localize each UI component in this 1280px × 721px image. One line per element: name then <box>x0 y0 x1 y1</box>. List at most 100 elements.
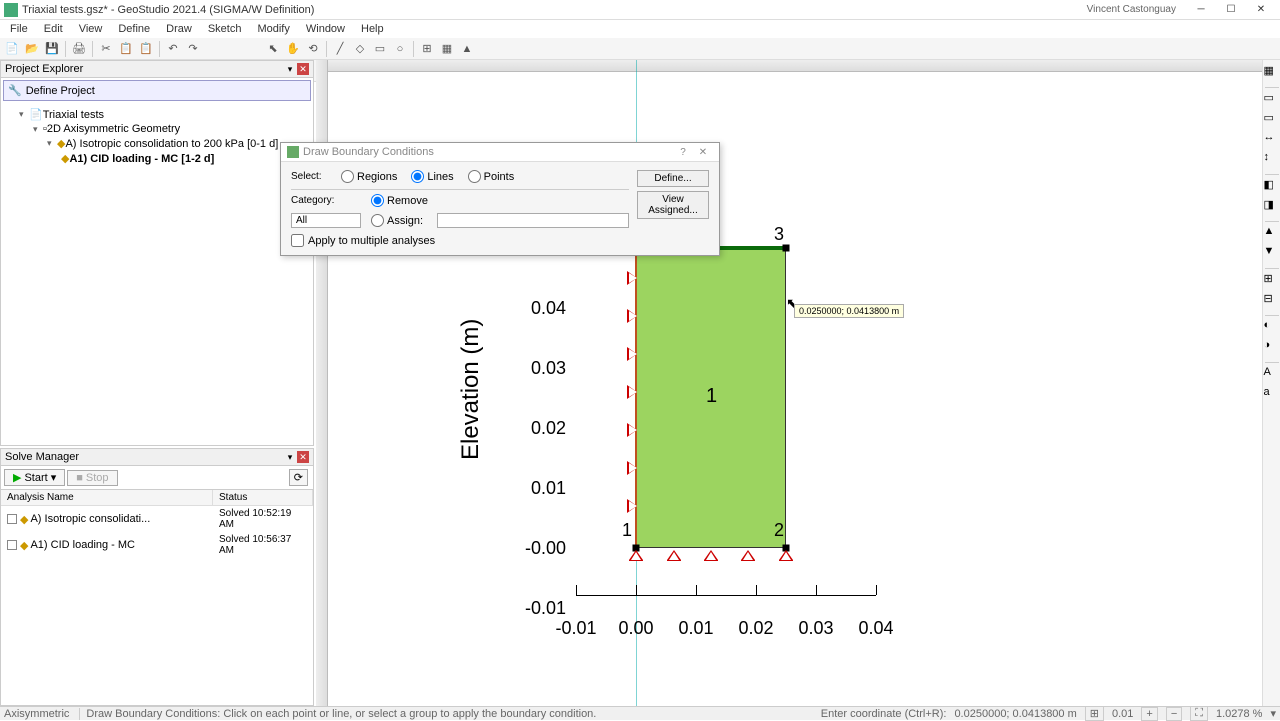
vtb-icon[interactable]: ◨ <box>1264 198 1280 214</box>
draw-bc-dialog: Draw Boundary Conditions ? ✕ Select: Reg… <box>280 142 720 256</box>
close-button[interactable]: ✕ <box>1246 1 1276 19</box>
vtb-icon[interactable]: ◑ <box>1264 339 1280 355</box>
vtb-icon[interactable]: ⊟ <box>1264 292 1280 308</box>
dialog-close-button[interactable]: ✕ <box>693 147 713 158</box>
radio-remove[interactable]: Remove <box>371 194 428 207</box>
x-tick: 0.03 <box>786 618 846 639</box>
new-icon[interactable]: 📄 <box>3 40 21 58</box>
panel-pin-icon[interactable]: ▾ <box>284 63 296 75</box>
stop-button[interactable]: ■ Stop <box>67 470 117 486</box>
checkbox[interactable] <box>7 540 17 550</box>
snap-value: 0.01 <box>1112 708 1133 720</box>
solve-manager-panel: Solve Manager ▾ ✕ ▶ Start ▾ ■ Stop ⟳ Ana… <box>0 448 314 706</box>
panel-close-icon[interactable]: ✕ <box>297 451 309 463</box>
vtb-icon[interactable]: ↔ <box>1264 131 1280 147</box>
col-status[interactable]: Status <box>213 490 313 505</box>
col-analysis-name[interactable]: Analysis Name <box>1 490 213 505</box>
radio-assign-label: Assign: <box>387 215 423 227</box>
redo-icon[interactable]: ↷ <box>184 40 202 58</box>
tree-toggle-icon[interactable]: ▾ <box>33 124 43 135</box>
bc-roller-icon <box>627 424 636 436</box>
x-tick: -0.01 <box>546 618 606 639</box>
titlebar-user: Vincent Castonguay <box>1087 4 1176 15</box>
copy-icon[interactable]: 📋 <box>117 40 135 58</box>
zoom-in-icon[interactable]: + <box>1141 707 1157 721</box>
draw-circle-icon[interactable]: ○ <box>391 40 409 58</box>
draw-poly-icon[interactable]: ◇ <box>351 40 369 58</box>
menu-draw[interactable]: Draw <box>158 21 200 37</box>
tree-node-root[interactable]: ▾ 📄 Triaxial tests <box>5 107 309 122</box>
category-select[interactable]: All <box>291 213 361 228</box>
draw-rect-icon[interactable]: ▭ <box>371 40 389 58</box>
menu-view[interactable]: View <box>71 21 111 37</box>
bc-base-icon <box>667 560 681 561</box>
save-icon[interactable]: 💾 <box>43 40 61 58</box>
start-button[interactable]: ▶ Start ▾ <box>4 469 65 486</box>
radio-points[interactable]: Points <box>468 170 515 183</box>
tree-node-a1[interactable]: ▾ ◆ A) Isotropic consolidation to 200 kP… <box>5 136 309 151</box>
checkbox[interactable] <box>7 514 17 524</box>
pan-icon[interactable]: ✋ <box>284 40 302 58</box>
pointer-icon[interactable]: ⬉ <box>264 40 282 58</box>
refresh-button[interactable]: ⟳ <box>289 469 308 486</box>
menu-window[interactable]: Window <box>298 21 353 37</box>
zoom-dropdown-icon[interactable]: ▾ <box>1270 707 1276 720</box>
radio-assign[interactable]: Assign: <box>371 214 423 227</box>
vtb-icon[interactable]: ▦ <box>1264 64 1280 80</box>
undo-icon[interactable]: ↶ <box>164 40 182 58</box>
menu-help[interactable]: Help <box>353 21 392 37</box>
solve-toolbar: ▶ Start ▾ ■ Stop ⟳ <box>0 466 314 490</box>
vtb-icon[interactable]: ◐ <box>1264 319 1280 335</box>
table-row[interactable]: ◆A) Isotropic consolidati... Solved 10:5… <box>1 506 313 532</box>
assign-select[interactable] <box>437 213 629 228</box>
radio-regions[interactable]: Regions <box>341 170 397 183</box>
tree-node-geom[interactable]: ▾ ▫ 2D Axisymmetric Geometry <box>5 122 309 136</box>
radio-lines[interactable]: Lines <box>411 170 453 183</box>
mesh-icon[interactable]: ⊞ <box>418 40 436 58</box>
zoom-out-icon[interactable]: − <box>1166 707 1182 721</box>
cut-icon[interactable]: ✂ <box>97 40 115 58</box>
vtb-icon[interactable]: ▭ <box>1264 111 1280 127</box>
define-project-button[interactable]: 🔧 Define Project <box>3 80 311 101</box>
vtb-icon[interactable]: ⊞ <box>1264 272 1280 288</box>
vtb-icon[interactable]: A <box>1264 366 1280 382</box>
dialog-help-button[interactable]: ? <box>673 147 693 158</box>
define-button[interactable]: Define... <box>637 170 709 187</box>
x-tick: 0.02 <box>726 618 786 639</box>
panel-close-icon[interactable]: ✕ <box>297 63 309 75</box>
menu-define[interactable]: Define <box>110 21 158 37</box>
print-icon[interactable]: 🖨 <box>70 40 88 58</box>
tree-toggle-icon[interactable]: ▾ <box>47 138 57 149</box>
material-icon[interactable]: ▦ <box>438 40 456 58</box>
apply-multi-checkbox[interactable]: Apply to multiple analyses <box>291 234 629 247</box>
zoom-fit-icon[interactable]: ⛶ <box>1190 706 1208 721</box>
bc-icon[interactable]: ▲ <box>458 40 476 58</box>
vtb-icon[interactable]: ◧ <box>1264 178 1280 194</box>
vtb-icon[interactable]: ▲ <box>1264 225 1280 241</box>
tree-node-a1b[interactable]: ◆ A1) CID loading - MC [1-2 d] <box>5 151 309 166</box>
grid-icon[interactable]: ⊞ <box>1085 706 1104 721</box>
vtb-icon[interactable]: ▭ <box>1264 91 1280 107</box>
vtb-icon[interactable]: a <box>1264 386 1280 402</box>
minimize-button[interactable]: ─ <box>1186 1 1216 19</box>
view-assigned-button[interactable]: View Assigned... <box>637 191 709 219</box>
tree-toggle-icon[interactable]: ▾ <box>19 109 29 120</box>
dialog-titlebar[interactable]: Draw Boundary Conditions ? ✕ <box>281 143 719 162</box>
menu-file[interactable]: File <box>2 21 36 37</box>
rotate-icon[interactable]: ⟲ <box>304 40 322 58</box>
analysis-icon: ◆ <box>57 137 65 150</box>
draw-line-icon[interactable]: ╱ <box>331 40 349 58</box>
maximize-button[interactable]: ☐ <box>1216 1 1246 19</box>
table-row[interactable]: ◆A1) CID loading - MC Solved 10:56:37 AM <box>1 532 313 558</box>
vtb-icon[interactable]: ↕ <box>1264 151 1280 167</box>
menu-edit[interactable]: Edit <box>36 21 71 37</box>
paste-icon[interactable]: 📋 <box>137 40 155 58</box>
open-icon[interactable]: 📂 <box>23 40 41 58</box>
vtb-icon[interactable]: ▼ <box>1264 245 1280 261</box>
node-3[interactable] <box>783 245 790 252</box>
bc-base-icon <box>779 560 793 561</box>
menu-sketch[interactable]: Sketch <box>200 21 250 37</box>
panel-pin-icon[interactable]: ▾ <box>284 451 296 463</box>
x-tick-mark <box>636 585 637 595</box>
menu-modify[interactable]: Modify <box>249 21 297 37</box>
